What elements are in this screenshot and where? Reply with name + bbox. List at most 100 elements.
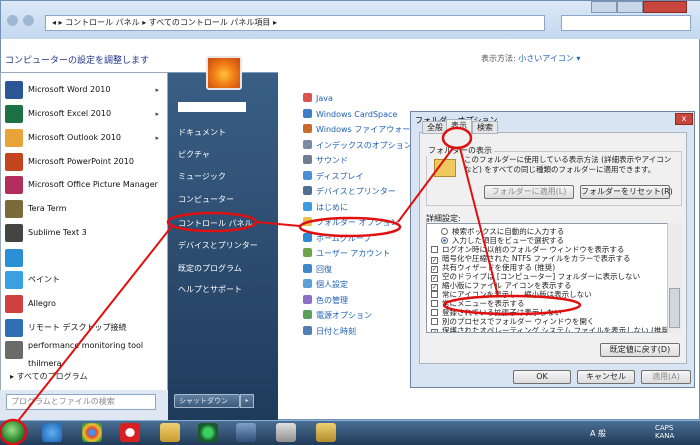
shutdown-options-button[interactable]: ▸	[240, 394, 254, 408]
checkbox[interactable]	[431, 291, 438, 298]
remote-desktop-icon[interactable]	[236, 423, 256, 442]
control-panel-item[interactable]: ホームグループ	[303, 232, 371, 247]
address-bar-area: ◂ ▸ コントロール パネル ▸ すべてのコントロール パネル項目 ▸	[1, 1, 700, 39]
folder-app-icon[interactable]	[316, 423, 336, 442]
start-search-input[interactable]: プログラムとファイルの検索	[6, 394, 156, 410]
checkbox[interactable]	[431, 309, 438, 316]
search-input[interactable]	[561, 15, 691, 31]
advanced-setting-item[interactable]: ✓ 縮小版にファイル アイコンを表示する	[431, 281, 572, 291]
start-place-item[interactable]: コンピューター	[178, 194, 234, 205]
apply-to-folders-button[interactable]: フォルダーに適用(L)	[484, 185, 574, 199]
advanced-setting-item[interactable]: 常にメニューを表示する	[431, 299, 525, 308]
chrome-icon[interactable]	[82, 423, 102, 442]
checkbox[interactable]	[431, 300, 438, 307]
start-program-item[interactable]: Sublime Text 3	[5, 222, 165, 244]
control-panel-item-icon	[303, 108, 312, 118]
control-panel-item[interactable]: ユーザー アカウント	[303, 248, 390, 262]
start-place-item[interactable]: ピクチャ	[178, 149, 210, 160]
tab-search[interactable]: 検索	[472, 121, 498, 134]
ok-button[interactable]: OK	[513, 370, 571, 384]
control-panel-item[interactable]: 日付と時刻	[303, 325, 356, 340]
advanced-setting-item[interactable]: ✓ 共有ウィザードを使用する (推奨)	[431, 263, 555, 273]
advanced-setting-item[interactable]: ✓ 空のドライブは [コンピューター] フォルダーに表示しない	[431, 272, 640, 282]
start-place-item[interactable]: デバイスとプリンター	[178, 240, 258, 251]
checkbox[interactable]	[431, 318, 438, 325]
start-program-item[interactable]: ペイント	[5, 269, 165, 291]
control-panel-item-icon	[303, 124, 312, 133]
control-panel-item[interactable]: インデックスのオプション	[303, 139, 412, 154]
shutdown-button[interactable]: シャットダウン	[174, 394, 240, 408]
start-program-item[interactable]: Microsoft PowerPoint 2010	[5, 151, 165, 173]
advanced-setting-item[interactable]: 検索ボックスに自動的に入力する	[431, 227, 564, 236]
advanced-setting-item[interactable]: 入力した項目をビューで選択する	[431, 236, 564, 245]
program-icon	[5, 104, 23, 123]
user-avatar[interactable]	[206, 56, 242, 90]
start-program-item[interactable]: リモート デスクトップ接続	[5, 317, 165, 339]
dialog-close-button[interactable]: x	[675, 113, 693, 125]
start-program-item[interactable]	[5, 247, 165, 269]
tab-view[interactable]: 表示	[446, 119, 472, 134]
control-panel-item[interactable]: はじめに	[303, 201, 348, 216]
control-panel-item[interactable]: 電源オプション	[303, 310, 372, 324]
advanced-setting-item[interactable]: 常にアイコンを表示し、縮小版は表示しない	[431, 290, 592, 299]
control-panel-item[interactable]: サウンド	[303, 155, 348, 169]
control-panel-item[interactable]: 個人設定	[303, 279, 348, 293]
radio-button[interactable]	[441, 237, 448, 244]
control-panel-item[interactable]: ディスプレイ	[303, 170, 363, 185]
restore-defaults-button[interactable]: 既定値に戻す(D)	[600, 343, 680, 357]
start-program-item[interactable]: Microsoft Office Picture Manager	[5, 174, 165, 196]
start-program-item[interactable]: Microsoft Outlook 2010 ▸	[5, 127, 165, 149]
advanced-setting-label: 入力した項目をビューで選択する	[452, 236, 565, 245]
ie-icon[interactable]	[42, 423, 62, 442]
back-button[interactable]	[7, 15, 18, 26]
start-program-item[interactable]: Microsoft Excel 2010 ▸	[5, 103, 165, 125]
control-panel-item[interactable]: Windows ファイアウォール	[303, 124, 418, 138]
minimize-button[interactable]	[591, 1, 617, 13]
cancel-button[interactable]: キャンセル	[577, 370, 635, 384]
control-panel-item[interactable]: 色の管理	[303, 294, 348, 309]
tab-general[interactable]: 全般	[422, 121, 448, 134]
control-panel-item[interactable]: Java	[303, 93, 333, 107]
checkbox[interactable]	[431, 246, 438, 253]
forward-button[interactable]	[23, 15, 34, 26]
control-panel-item-label: はじめに	[316, 202, 348, 212]
control-panel-item[interactable]: フォルダー オプション	[303, 217, 399, 231]
start-program-item[interactable]: performance monitoring tool thilmera	[5, 341, 165, 368]
monitor-app-icon[interactable]	[198, 423, 218, 442]
control-panel-item[interactable]: Windows CardSpace	[303, 108, 397, 123]
start-program-item[interactable]: Allegro	[5, 293, 165, 315]
start-button[interactable]	[2, 421, 24, 443]
start-place-item[interactable]: 既定のプログラム	[178, 263, 242, 274]
view-selector[interactable]: 表示方法: 小さいアイコン ▾	[481, 53, 580, 64]
control-panel-item[interactable]: デバイスとプリンター	[303, 186, 396, 200]
advanced-setting-item[interactable]: 登録されている拡張子は表示しない	[431, 308, 562, 317]
ime-indicator[interactable]: A 般	[590, 428, 606, 439]
start-place-item[interactable]: コントロール パネル	[178, 218, 253, 229]
opera-icon[interactable]	[120, 423, 140, 442]
start-place-item[interactable]: ドキュメント	[178, 127, 226, 138]
dialog-body: 全般 表示 検索 フォルダーの表示 このフォルダーに使用している表示方法 (詳細…	[419, 119, 687, 364]
control-panel-item[interactable]: 回復	[303, 263, 332, 278]
view-value[interactable]: 小さいアイコン ▾	[518, 54, 580, 63]
start-program-item[interactable]: Tera Term	[5, 198, 165, 220]
app-icon[interactable]	[276, 423, 296, 442]
submenu-arrow-icon: ▸	[155, 86, 159, 94]
explorer-icon[interactable]	[160, 423, 180, 442]
reset-folders-button[interactable]: フォルダーをリセット(R)	[580, 185, 673, 199]
radio-button[interactable]	[441, 228, 448, 235]
scrollbar-thumb[interactable]	[669, 288, 680, 328]
all-programs-link[interactable]: ▸ すべてのプログラム	[10, 371, 87, 382]
start-place-item[interactable]: ミュージック	[178, 171, 226, 182]
advanced-setting-item[interactable]: 別のプロセスでフォルダー ウィンドウを開く	[431, 317, 594, 326]
close-button[interactable]	[643, 1, 687, 13]
start-place-item[interactable]: ヘルプとサポート	[178, 284, 242, 295]
checkbox[interactable]: ✓	[431, 329, 438, 332]
start-program-item[interactable]: Microsoft Word 2010 ▸	[5, 79, 165, 101]
apply-button[interactable]: 適用(A)	[641, 370, 691, 384]
submenu-arrow-icon: ▸	[155, 134, 159, 142]
maximize-button[interactable]	[617, 1, 643, 13]
advanced-setting-item[interactable]: ログオン時に以前のフォルダー ウィンドウを表示する	[431, 245, 624, 254]
advanced-setting-item[interactable]: ✓ 暗号化や圧縮された NTFS ファイルをカラーで表示する	[431, 254, 630, 264]
advanced-setting-item[interactable]: ✓ 保護されたオペレーティング システム ファイルを表示しない (推奨)	[431, 326, 672, 332]
address-bar[interactable]: ◂ ▸ コントロール パネル ▸ すべてのコントロール パネル項目 ▸	[45, 15, 545, 31]
